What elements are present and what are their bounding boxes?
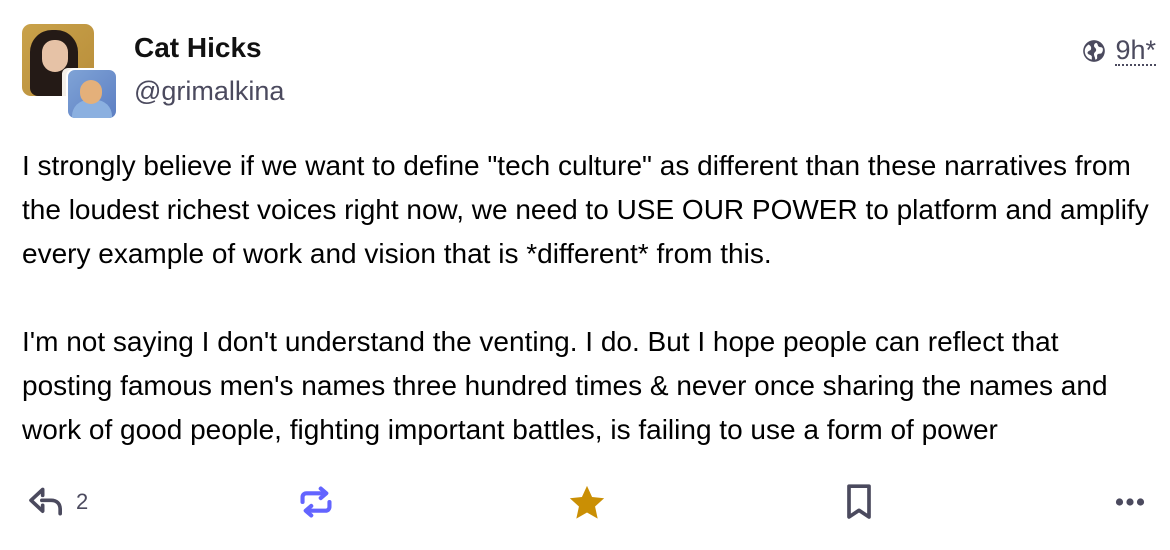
account-avatar [66, 68, 118, 120]
post-time-link[interactable]: 9h* [1115, 36, 1156, 66]
reply-button[interactable]: 2 [26, 482, 88, 522]
reply-count: 2 [76, 489, 89, 514]
status-post: Cat Hicks @grimalkina 9h* I strongly bel… [0, 0, 1170, 550]
avatar[interactable] [22, 24, 118, 120]
more-button[interactable] [1112, 482, 1148, 522]
more-icon [1112, 482, 1148, 522]
post-content: I strongly believe if we want to define … [22, 144, 1152, 452]
reply-icon [26, 482, 66, 522]
post-paragraph: I strongly believe if we want to define … [22, 150, 1149, 269]
boost-button[interactable] [297, 482, 335, 522]
boost-icon [297, 482, 335, 522]
bookmark-button[interactable] [842, 482, 876, 522]
globe-icon [1081, 38, 1107, 64]
star-icon [566, 482, 608, 524]
account-handle[interactable]: @grimalkina [134, 76, 284, 107]
relative-time: 9h [1115, 35, 1146, 65]
post-meta: 9h* [1081, 36, 1156, 66]
display-name[interactable]: Cat Hicks [134, 32, 262, 64]
edited-marker: * [1145, 35, 1156, 65]
post-paragraph: I'm not saying I don't understand the ve… [22, 326, 1108, 445]
bookmark-icon [842, 482, 876, 522]
favourite-button[interactable] [566, 482, 608, 524]
action-bar: 2 [0, 482, 1170, 530]
